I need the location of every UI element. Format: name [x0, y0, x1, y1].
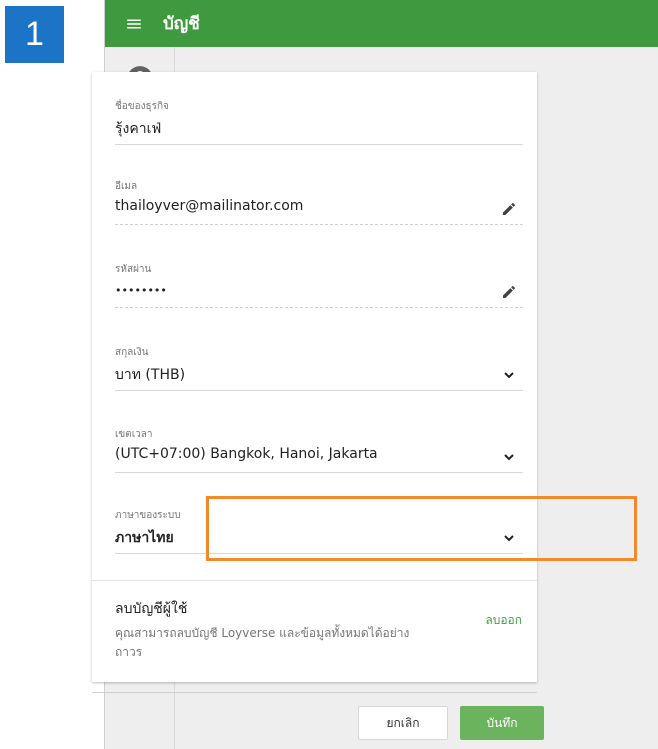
timezone-value[interactable]: (UTC+07:00) Bangkok, Hanoi, Jakarta — [115, 446, 378, 462]
field-underline — [115, 144, 523, 145]
field-underline — [115, 390, 523, 391]
save-button[interactable]: บันทึก — [460, 706, 544, 740]
delete-account-description: คุณสามารถลบบัญชี Loyverse และข้อมูลทั้งห… — [115, 626, 410, 659]
edit-password-pencil-icon[interactable] — [499, 282, 519, 302]
field-underline — [115, 224, 523, 225]
email-label: อีเมล — [115, 181, 138, 192]
currency-value[interactable]: บาท (THB) — [115, 364, 185, 386]
chevron-down-icon[interactable] — [499, 447, 519, 467]
chevron-down-icon[interactable] — [499, 528, 519, 548]
account-settings-card: ชื่อของธุรกิจ รุ้งคาเฟ่ อีเมล thailoyver… — [92, 72, 537, 682]
currency-label: สกุลเงิน — [115, 347, 149, 358]
cancel-button[interactable]: ยกเลิก — [358, 706, 448, 740]
timezone-label: เขตเวลา — [115, 429, 153, 440]
field-underline — [115, 553, 523, 554]
page-title: บัญชี — [163, 14, 200, 34]
delete-account-title: ลบบัญชีผู้ใช้ — [115, 601, 188, 617]
password-label: รหัสผ่าน — [115, 264, 152, 275]
email-value: thailoyver@mailinator.com — [115, 198, 304, 214]
footer-divider — [92, 692, 537, 693]
chevron-down-icon[interactable] — [499, 365, 519, 385]
section-divider — [92, 580, 537, 581]
field-underline — [115, 472, 523, 473]
field-underline — [115, 307, 523, 308]
business-name-value[interactable]: รุ้งคาเฟ่ — [115, 118, 161, 140]
password-value: •••••••• — [115, 284, 167, 297]
hamburger-menu-icon[interactable] — [105, 0, 163, 47]
edit-email-pencil-icon[interactable] — [499, 199, 519, 219]
delete-account-button[interactable]: ลบออก — [485, 611, 522, 630]
business-name-label: ชื่อของธุรกิจ — [115, 101, 169, 112]
language-label: ภาษาของระบบ — [115, 510, 181, 521]
language-value[interactable]: ภาษาไทย — [115, 527, 174, 549]
step-number-badge: 1 — [5, 6, 64, 63]
top-app-bar: บัญชี — [105, 0, 658, 47]
